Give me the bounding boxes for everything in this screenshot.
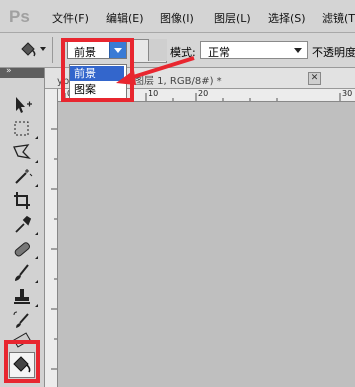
ruler-label: 20 — [198, 89, 209, 98]
annotation-arrow — [116, 56, 195, 85]
toolbox-header[interactable]: » — [0, 66, 44, 78]
mode-select[interactable]: 正常 — [200, 41, 308, 59]
menu-filter[interactable]: 滤镜(T — [322, 10, 355, 26]
menu-select[interactable]: 选择(S) — [268, 10, 306, 26]
history-brush-tool[interactable] — [10, 310, 34, 332]
lasso-tool[interactable] — [10, 142, 34, 164]
marquee-tool[interactable] — [10, 118, 34, 140]
menu-image[interactable]: 图像(I) — [160, 10, 194, 26]
opacity-label: 不透明度 — [312, 46, 355, 59]
photoshop-logo: Ps — [9, 7, 30, 26]
tool-flyout-indicator — [35, 232, 38, 235]
document-canvas[interactable] — [58, 102, 355, 387]
paint-bucket-highlight — [4, 340, 40, 383]
chevron-down-icon — [294, 48, 302, 53]
menu-edit[interactable]: 编辑(E) — [106, 10, 144, 26]
menu-layer[interactable]: 图层(L) — [214, 10, 251, 26]
magic-wand-tool[interactable] — [10, 166, 34, 188]
ruler-vertical — [45, 89, 58, 387]
tool-flyout-indicator — [35, 304, 38, 307]
options-divider — [52, 37, 53, 63]
ruler-label: 30 — [342, 89, 353, 98]
eyedropper-tool[interactable] — [10, 214, 34, 236]
paint-bucket-preset-icon[interactable] — [18, 41, 38, 59]
tool-flyout-indicator — [35, 280, 38, 283]
tool-flyout-indicator — [35, 160, 38, 163]
menu-file[interactable]: 文件(F) — [52, 10, 89, 26]
crop-tool[interactable] — [10, 190, 34, 212]
menu-bar: Ps 文件(F) 编辑(E) 图像(I) 图层(L) 选择(S) 滤镜(T — [0, 0, 355, 33]
tool-flyout-indicator — [35, 184, 38, 187]
preset-chevron-icon[interactable] — [40, 47, 46, 51]
tool-flyout-indicator — [35, 256, 38, 259]
tool-flyout-indicator — [35, 136, 38, 139]
clone-stamp-tool[interactable] — [10, 286, 34, 308]
collapse-icon[interactable]: » — [6, 66, 12, 76]
healing-brush-tool[interactable] — [10, 238, 34, 260]
mode-value: 正常 — [208, 46, 230, 59]
move-tool[interactable] — [10, 94, 34, 116]
brush-tool[interactable] — [10, 262, 34, 284]
close-icon[interactable]: ✕ — [308, 72, 321, 85]
